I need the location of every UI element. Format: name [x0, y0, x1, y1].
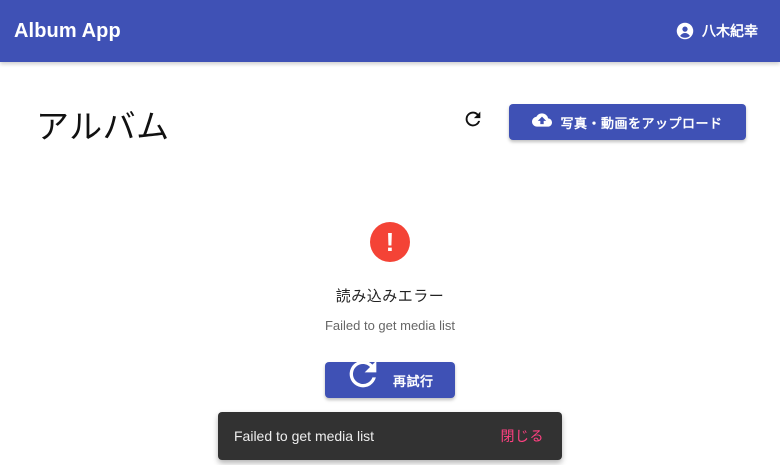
error-title: 読み込みエラー [335, 287, 445, 305]
app-title: Album App [14, 19, 121, 42]
error-message: Failed to get media list [324, 318, 456, 333]
cloud-upload-icon [532, 110, 553, 134]
user-name: 八木紀幸 [702, 24, 758, 40]
page-title: アルバム [36, 107, 170, 146]
refresh-icon [343, 362, 383, 398]
upload-button-label: 写真・動画をアップロード [560, 116, 723, 132]
retry-button[interactable]: 再試行 [325, 362, 455, 398]
app-bar: Album App 八木紀幸 [0, 0, 780, 62]
account-circle-icon [676, 22, 694, 40]
exclamation-mark: ! [385, 226, 395, 257]
snackbar: Failed to get media list 閉じる [218, 412, 562, 460]
retry-button-label: 再試行 [393, 375, 434, 390]
error-icon: ! [370, 222, 410, 262]
user-menu-button[interactable]: 八木紀幸 [676, 21, 758, 41]
refresh-button[interactable] [460, 108, 486, 134]
upload-media-button[interactable]: 写真・動画をアップロード [509, 104, 746, 140]
refresh-icon [462, 108, 484, 134]
snackbar-close-button[interactable]: 閉じる [501, 426, 545, 446]
snackbar-message: Failed to get media list [234, 428, 375, 444]
